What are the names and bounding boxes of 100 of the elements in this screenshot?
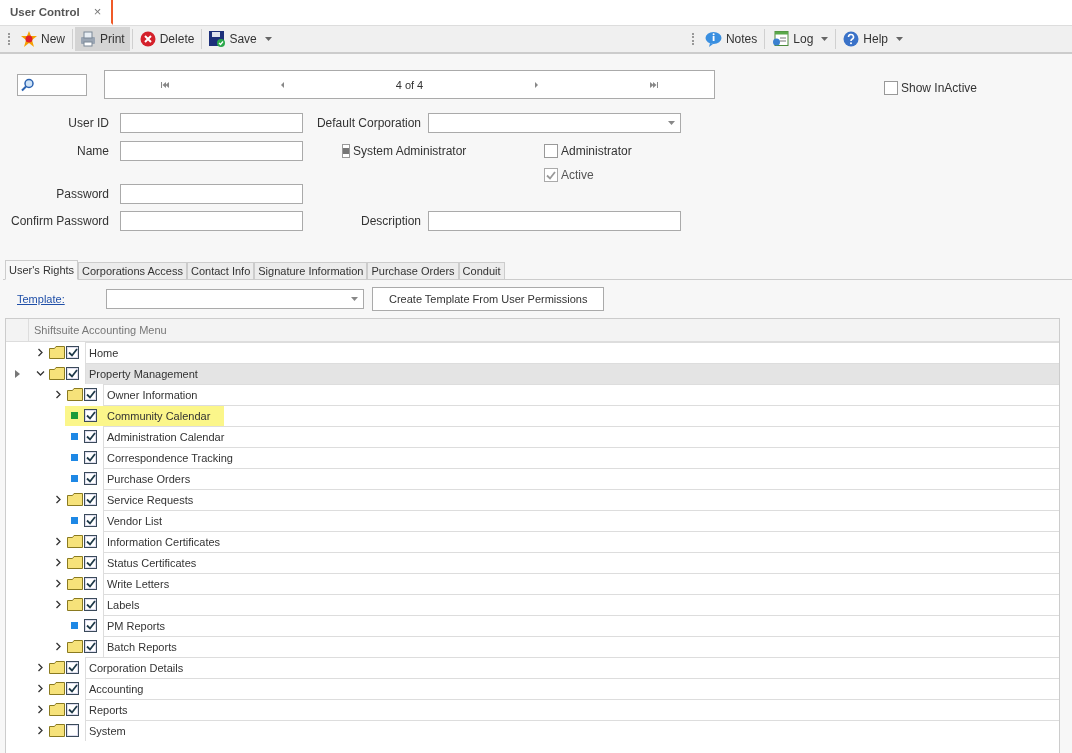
- folder-icon: [66, 556, 83, 569]
- folder-icon: [66, 598, 83, 611]
- tab[interactable]: Contact Info: [186, 262, 255, 279]
- tree-item-label[interactable]: Property Management: [86, 364, 212, 384]
- toolbar-button[interactable]: Print: [75, 27, 130, 51]
- input-field[interactable]: [120, 113, 303, 133]
- toolbar-button[interactable]: Delete: [134, 27, 200, 51]
- tree-checkbox[interactable]: [66, 703, 79, 716]
- info-bubble-icon: [704, 31, 722, 47]
- tree-checkbox[interactable]: [84, 451, 97, 464]
- tree-item-label[interactable]: Service Requests: [104, 490, 208, 510]
- tree-checkbox[interactable]: [66, 682, 79, 695]
- tree-checkbox[interactable]: [84, 619, 97, 632]
- tab[interactable]: Conduit: [458, 262, 505, 279]
- tree-checkbox[interactable]: [84, 472, 97, 485]
- tree-item-label[interactable]: Corporation Details: [86, 658, 198, 678]
- tree-item-label[interactable]: Labels: [104, 595, 154, 615]
- expand-chevron-icon[interactable]: [54, 642, 63, 651]
- tree-item-label[interactable]: Write Letters: [104, 574, 184, 594]
- tab[interactable]: Signature Information: [254, 262, 368, 279]
- toolbar-button[interactable]: Notes: [699, 27, 763, 51]
- field-label: Confirm Password: [9, 214, 110, 228]
- input-field[interactable]: [120, 141, 303, 161]
- tree-item-label[interactable]: Purchase Orders: [104, 469, 205, 489]
- expand-chevron-icon[interactable]: [36, 684, 45, 693]
- input-field[interactable]: [428, 211, 681, 231]
- tree-checkbox[interactable]: [66, 367, 79, 380]
- tab[interactable]: Purchase Orders: [367, 262, 459, 279]
- tree-item-label[interactable]: Administration Calendar: [104, 427, 239, 447]
- tree-checkbox[interactable]: [66, 661, 79, 674]
- checkbox[interactable]: [544, 144, 558, 158]
- tree-item-label[interactable]: PM Reports: [104, 616, 180, 636]
- checkbox-label: Administrator: [561, 144, 632, 158]
- create-template-button[interactable]: Create Template From User Permissions: [372, 287, 605, 311]
- tree-checkbox[interactable]: [84, 556, 97, 569]
- next-record-icon[interactable]: [535, 81, 539, 88]
- caret-icon: [821, 37, 829, 41]
- tree-checkbox[interactable]: [84, 577, 97, 590]
- caret-icon: [264, 37, 272, 41]
- close-tab-button[interactable]: ×: [93, 4, 102, 19]
- folder-icon: [48, 703, 65, 716]
- tab[interactable]: Corporations Access: [78, 262, 187, 279]
- checkbox[interactable]: [342, 144, 350, 158]
- checkbox[interactable]: [884, 80, 898, 95]
- expand-chevron-icon[interactable]: [54, 579, 63, 588]
- tree-item-label[interactable]: Home: [86, 343, 133, 363]
- toolbar-button[interactable]: Log: [767, 27, 834, 51]
- column-header: Shiftsuite Accounting Menu: [33, 324, 167, 336]
- input-field[interactable]: [120, 184, 303, 204]
- expand-chevron-icon[interactable]: [54, 537, 63, 546]
- expand-chevron-icon[interactable]: [54, 558, 63, 567]
- tree-checkbox[interactable]: [84, 409, 97, 422]
- expand-chevron-icon[interactable]: [54, 600, 63, 609]
- expand-chevron-icon[interactable]: [54, 390, 63, 399]
- tree-checkbox[interactable]: [84, 598, 97, 611]
- dropdown-field[interactable]: [106, 289, 364, 309]
- tree-item-label[interactable]: System: [86, 721, 140, 741]
- tree-item-label[interactable]: Correspondence Tracking: [104, 448, 247, 468]
- expand-chevron-icon[interactable]: [36, 369, 45, 378]
- tree-checkbox[interactable]: [84, 640, 97, 653]
- tree-item-label[interactable]: Status Certificates: [104, 553, 211, 573]
- tree-checkbox[interactable]: [66, 724, 79, 737]
- tree-checkbox[interactable]: [84, 493, 97, 506]
- expand-chevron-icon[interactable]: [54, 495, 63, 504]
- tree-item-label[interactable]: Information Certificates: [104, 532, 235, 552]
- dropdown-field[interactable]: [428, 113, 681, 133]
- search-field[interactable]: [17, 73, 87, 96]
- dropdown-arrow-icon: [668, 121, 675, 125]
- toolbar-button[interactable]: Save: [204, 27, 277, 51]
- tree-checkbox[interactable]: [84, 388, 97, 401]
- folder-icon: [48, 724, 65, 737]
- printer-icon: [80, 31, 96, 47]
- expand-chevron-icon[interactable]: [36, 705, 45, 714]
- tab[interactable]: User's Rights: [5, 260, 79, 280]
- field-label: Default Corporation: [315, 116, 422, 130]
- tree-item-label[interactable]: Reports: [86, 700, 142, 720]
- previous-record-icon[interactable]: [280, 81, 284, 88]
- tree-item-label[interactable]: Accounting: [86, 679, 158, 699]
- folder-icon: [48, 682, 65, 695]
- dropdown-arrow-icon: [351, 297, 358, 301]
- toolbar-button[interactable]: Help: [838, 27, 908, 51]
- tree-checkbox[interactable]: [84, 430, 97, 443]
- first-record-icon[interactable]: [160, 81, 169, 88]
- template-link[interactable]: Template:: [17, 293, 106, 305]
- field-label: User ID: [67, 116, 110, 130]
- folder-icon: [66, 640, 83, 653]
- tree-checkbox[interactable]: [84, 535, 97, 548]
- tree-item-label[interactable]: Vendor List: [104, 511, 177, 531]
- tree-item-label[interactable]: Batch Reports: [104, 637, 191, 657]
- expand-chevron-icon[interactable]: [36, 663, 45, 672]
- last-record-icon[interactable]: [650, 81, 659, 88]
- toolbar-button[interactable]: New: [16, 27, 70, 51]
- tree-checkbox[interactable]: [84, 514, 97, 527]
- expand-chevron-icon[interactable]: [36, 348, 45, 357]
- tree-item-label[interactable]: Community Calendar: [65, 406, 225, 426]
- field-label: Description: [359, 214, 422, 228]
- expand-chevron-icon[interactable]: [36, 726, 45, 735]
- tree-checkbox[interactable]: [66, 346, 79, 359]
- input-field[interactable]: [120, 211, 303, 231]
- tree-item-label[interactable]: Owner Information: [104, 385, 212, 405]
